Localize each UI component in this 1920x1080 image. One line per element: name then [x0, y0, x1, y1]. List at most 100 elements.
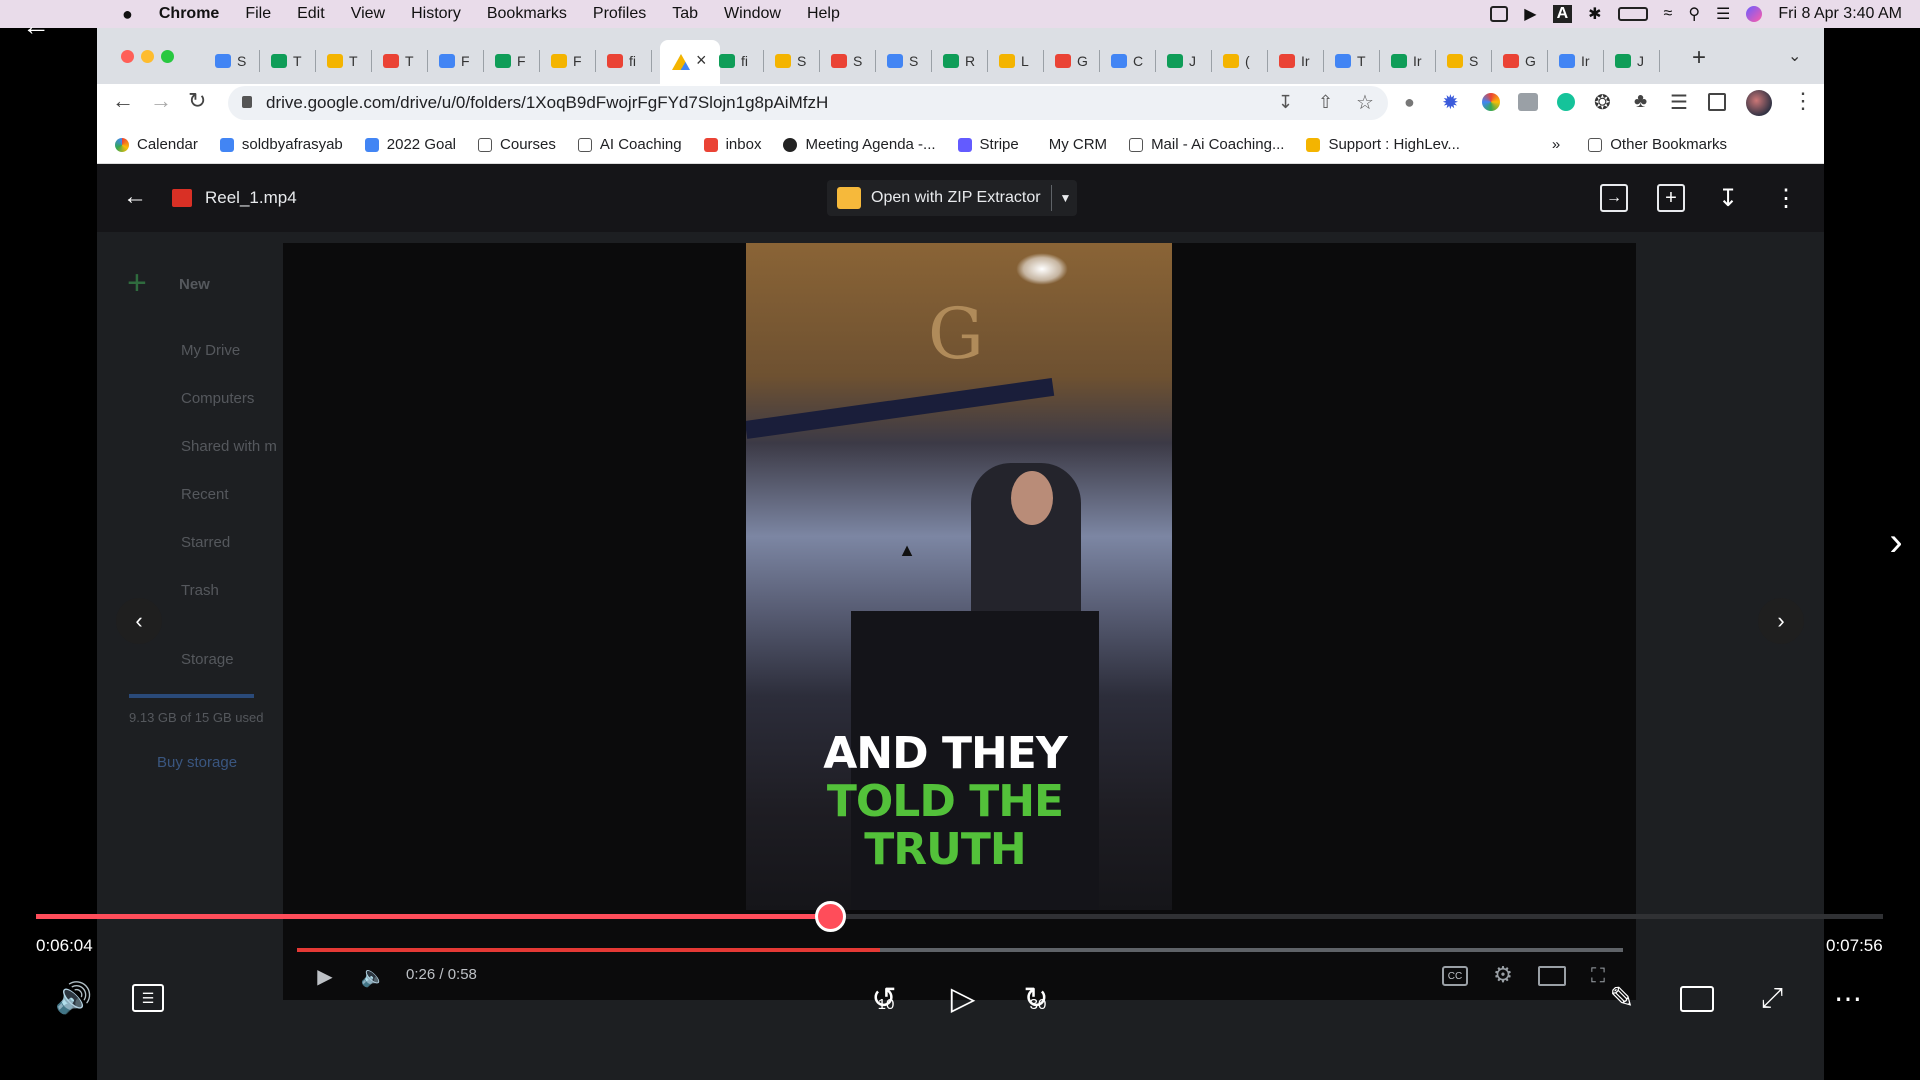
bookmark-my-crm[interactable]: My CRM: [1049, 136, 1107, 153]
browser-tab[interactable]: J: [1167, 44, 1196, 78]
browser-tab[interactable]: F: [439, 44, 470, 78]
browser-tab[interactable]: fi: [607, 44, 636, 78]
bookmark-support-highlevel[interactable]: Support : HighLev...: [1306, 136, 1460, 153]
more-options-icon[interactable]: ⋮: [1772, 184, 1800, 212]
browser-tab[interactable]: Ir: [1279, 44, 1310, 78]
bookmark-star-icon[interactable]: ☆: [1356, 90, 1374, 115]
sparkle-extension-icon[interactable]: ✹: [1442, 90, 1459, 115]
browser-tab[interactable]: S: [215, 44, 246, 78]
picture-in-picture-icon[interactable]: [1680, 986, 1714, 1012]
install-icon[interactable]: ↧: [1278, 92, 1293, 113]
siri-icon[interactable]: [1746, 6, 1763, 22]
inner-captions-icon[interactable]: CC: [1442, 966, 1468, 986]
zoom-window-dot[interactable]: [161, 50, 174, 63]
address-bar[interactable]: drive.google.com/drive/u/0/folders/1XoqB…: [228, 86, 1388, 120]
close-tab-icon[interactable]: ×: [696, 50, 707, 71]
browser-tab[interactable]: T: [327, 44, 358, 78]
code-extension-icon[interactable]: [1518, 93, 1538, 111]
viewer-back-icon[interactable]: ←: [120, 182, 150, 212]
browser-tab[interactable]: (: [1223, 44, 1250, 78]
share-icon[interactable]: ⇧: [1318, 92, 1333, 113]
cloud-sync-icon[interactable]: [1490, 6, 1509, 22]
back-button[interactable]: ←: [112, 88, 134, 114]
menu-profiles[interactable]: Profiles: [593, 5, 646, 23]
browser-tab[interactable]: F: [495, 44, 526, 78]
bookmark-inbox[interactable]: inbox: [703, 136, 761, 153]
next-arrow-icon[interactable]: ›: [1880, 520, 1912, 564]
next-file-button[interactable]: ›: [1758, 598, 1804, 644]
browser-tab[interactable]: R: [943, 44, 975, 78]
other-bookmarks[interactable]: Other Bookmarks: [1588, 136, 1727, 153]
volume-icon[interactable]: 🔊: [55, 980, 92, 1016]
apple-icon[interactable]: ●: [122, 4, 133, 25]
menu-bookmarks[interactable]: Bookmarks: [487, 5, 567, 23]
bookmark-ai-coaching[interactable]: AI Coaching: [577, 136, 682, 153]
browser-tab[interactable]: S: [887, 44, 918, 78]
menu-window[interactable]: Window: [724, 5, 781, 23]
browser-tab[interactable]: G: [1503, 44, 1536, 78]
inner-volume-icon[interactable]: 🔈: [360, 964, 386, 988]
bookmark-stripe[interactable]: Stripe: [957, 136, 1019, 153]
exit-fullscreen-icon[interactable]: ⤢: [1754, 980, 1790, 1016]
camera-extension-icon[interactable]: ●: [1404, 92, 1415, 113]
add-comment-icon[interactable]: +: [1657, 184, 1685, 212]
color-extension-icon[interactable]: [1482, 93, 1500, 111]
profile-avatar[interactable]: [1746, 90, 1772, 116]
lock-icon[interactable]: [242, 96, 252, 108]
menu-chrome[interactable]: Chrome: [159, 5, 219, 23]
browser-tab[interactable]: T: [1335, 44, 1366, 78]
browser-tab[interactable]: F: [551, 44, 582, 78]
bookmark-calendar[interactable]: Calendar: [115, 136, 198, 153]
menu-history[interactable]: History: [411, 5, 461, 23]
browser-tab[interactable]: J: [1615, 44, 1644, 78]
open-with-button[interactable]: Open with ZIP Extractor ▼: [827, 180, 1077, 216]
play-status-icon[interactable]: ▶: [1524, 4, 1536, 24]
wifi-icon[interactable]: ≈: [1664, 5, 1673, 23]
battery-icon[interactable]: [1617, 7, 1648, 21]
chrome-menu-icon[interactable]: ⋮: [1792, 88, 1814, 114]
close-window-dot[interactable]: [121, 50, 134, 63]
inner-miniplayer-icon[interactable]: [1538, 966, 1566, 986]
grammarly-extension-icon[interactable]: [1557, 93, 1575, 111]
control-center-icon[interactable]: ☰: [1716, 4, 1730, 24]
bookmark-mail-ai-coaching[interactable]: Mail - Ai Coaching...: [1129, 136, 1284, 153]
inner-play-icon[interactable]: ▶: [314, 964, 336, 988]
keyboard-a-icon[interactable]: A: [1552, 5, 1573, 23]
outer-progress-knob[interactable]: [815, 901, 847, 932]
search-icon[interactable]: ⚲: [1688, 4, 1700, 24]
browser-tab[interactable]: T: [271, 44, 302, 78]
inner-settings-icon[interactable]: ⚙: [1490, 962, 1516, 988]
reload-button[interactable]: ↻: [188, 88, 206, 114]
menu-edit[interactable]: Edit: [297, 5, 325, 23]
menu-help[interactable]: Help: [807, 5, 840, 23]
side-panel-icon[interactable]: [1708, 93, 1726, 111]
bookmark-2022-goal[interactable]: 2022 Goal: [364, 136, 456, 153]
browser-tab[interactable]: C: [1111, 44, 1143, 78]
browser-tab[interactable]: T: [383, 44, 414, 78]
browser-tab[interactable]: Ir: [1559, 44, 1590, 78]
add-to-drive-icon[interactable]: →: [1600, 184, 1628, 212]
browser-tab[interactable]: Ir: [1391, 44, 1422, 78]
menu-view[interactable]: View: [351, 5, 385, 23]
clock[interactable]: Fri 8 Apr 3:40 AM: [1778, 5, 1902, 23]
menu-file[interactable]: File: [245, 5, 271, 23]
pencil-icon[interactable]: ✎: [1604, 980, 1640, 1016]
subtitles-icon[interactable]: ☰: [132, 984, 164, 1012]
bookmarks-overflow-chevron[interactable]: »: [1552, 136, 1560, 153]
download-icon[interactable]: ↧: [1714, 184, 1742, 212]
bookmark-courses[interactable]: Courses: [478, 136, 556, 153]
chevron-down-icon[interactable]: ▼: [1060, 191, 1072, 205]
extensions-puzzle-icon[interactable]: ♣: [1634, 90, 1647, 113]
new-tab-button[interactable]: +: [1692, 44, 1706, 72]
browser-tab[interactable]: S: [831, 44, 862, 78]
browser-tab[interactable]: S: [1447, 44, 1478, 78]
play-icon[interactable]: ▷: [944, 978, 982, 1018]
minimize-window-dot[interactable]: [141, 50, 154, 63]
openai-extension-icon[interactable]: ❂: [1594, 90, 1611, 115]
browser-tab[interactable]: fi: [719, 44, 748, 78]
browser-tab[interactable]: L: [999, 44, 1029, 78]
bookmark-soldbyafrasyab[interactable]: soldbyafrasyab: [219, 136, 343, 153]
bookmark-meeting-agenda[interactable]: Meeting Agenda -...: [783, 136, 936, 153]
back-arrow-icon[interactable]: ←: [20, 10, 52, 42]
browser-tab[interactable]: G: [1055, 44, 1088, 78]
